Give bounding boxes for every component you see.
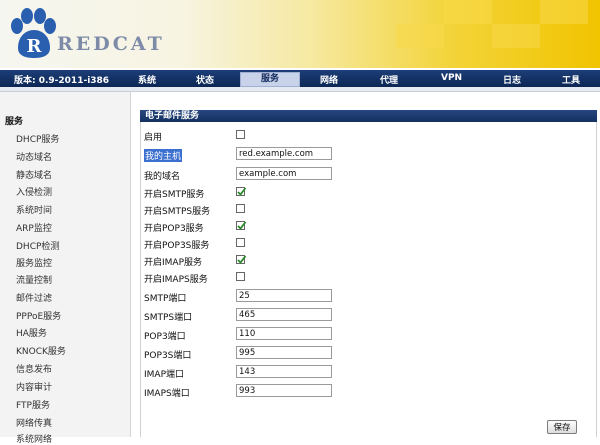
checkmark-icon (237, 255, 247, 264)
version-label: 版本: 0.9-2011-i386 (14, 76, 110, 86)
sidebar: 服务 DHCP服务 动态域名静态域名入侵检测系统时间 ARP监控 DHCP检测 服务监控… (0, 92, 131, 445)
nav-item-services[interactable]: 服务 (240, 72, 300, 87)
nav-item-tools[interactable]: 工具 (562, 73, 580, 86)
my-domain-input[interactable] (236, 167, 332, 180)
sidebar-item-dhcp[interactable]: DHCP服务 (16, 132, 59, 145)
nav-item-network[interactable]: 网络 (320, 73, 338, 86)
brand-name: REDCAT (57, 33, 165, 55)
nav-item-status[interactable]: 状态 (196, 73, 214, 86)
sidebar-item-ftp[interactable]: FTP服务 (16, 398, 50, 411)
settings-panel (140, 122, 597, 437)
pop3-enable-checkbox[interactable] (236, 221, 247, 230)
sidebar-item-ddns[interactable]: 动态域名 (16, 150, 52, 163)
smtp-enable-label: 开启SMTP服务 (144, 190, 205, 200)
svg-text:R: R (27, 36, 43, 57)
imaps-port-label: IMAPS端口 (144, 389, 190, 399)
sidebar-item-content-audit[interactable]: 内容审计 (16, 380, 52, 393)
pop3s-port-input[interactable] (236, 346, 332, 359)
smtps-enable-label: 开启SMTPS服务 (144, 207, 211, 217)
sidebar-item-time[interactable]: 系统时间 (16, 203, 52, 216)
sidebar-item-ha[interactable]: HA服务 (16, 326, 47, 339)
pop3s-port-label: POP3S端口 (144, 351, 192, 361)
pop3-enable-label: 开启POP3服务 (144, 224, 204, 234)
nav-item-logs[interactable]: 日志 (503, 73, 521, 86)
smtps-enable-checkbox[interactable] (236, 204, 245, 213)
banner-pattern (492, 24, 540, 48)
pop3s-enable-label: 开启POP3S服务 (144, 241, 210, 251)
checkmark-icon (237, 221, 247, 230)
my-host-label: 我的主机 (144, 149, 183, 162)
sidebar-item-knock[interactable]: KNOCK服务 (16, 344, 66, 357)
sidebar-item-dhcp-detect[interactable]: DHCP检测 (16, 239, 59, 252)
banner-pattern (540, 0, 588, 24)
imap-enable-checkbox[interactable] (236, 255, 247, 264)
banner-pattern (444, 0, 492, 24)
sidebar-item-pppoe[interactable]: PPPoE服务 (16, 309, 61, 322)
sidebar-item-ids[interactable]: 入侵检测 (16, 185, 52, 198)
pop3s-enable-checkbox[interactable] (236, 238, 245, 247)
sidebar-item-fax[interactable]: 网络传真 (16, 416, 52, 429)
sidebar-item-system-network[interactable]: 系统网络 (16, 432, 52, 445)
checkmark-icon (237, 187, 247, 196)
top-nav: 版本: 0.9-2011-i386 系统 状态 服务 网络 代理 VPN 日志 … (0, 70, 600, 87)
enable-checkbox[interactable] (236, 130, 245, 139)
banner-pattern (396, 24, 444, 48)
smtp-enable-checkbox[interactable] (236, 187, 247, 196)
imap-port-label: IMAP端口 (144, 370, 185, 380)
smtp-port-input[interactable] (236, 289, 332, 302)
save-button[interactable]: 保存 (547, 420, 577, 434)
imap-enable-label: 开启IMAP服务 (144, 258, 203, 268)
paw-logo-icon: R (11, 8, 56, 58)
nav-item-system[interactable]: 系统 (138, 73, 156, 86)
smtp-port-label: SMTP端口 (144, 294, 187, 304)
nav-item-proxy[interactable]: 代理 (380, 73, 398, 86)
header-banner: R REDCAT (0, 0, 600, 68)
my-host-input[interactable] (236, 147, 332, 160)
sidebar-item-static-dns[interactable]: 静态域名 (16, 168, 52, 181)
nav-item-vpn[interactable]: VPN (441, 73, 462, 83)
sidebar-item-traffic-control[interactable]: 流量控制 (16, 273, 52, 286)
sidebar-item-mail-filter[interactable]: 邮件过滤 (16, 291, 52, 304)
pop3-port-input[interactable] (236, 327, 332, 340)
sidebar-heading: 服务 (5, 117, 24, 127)
imap-port-input[interactable] (236, 365, 332, 378)
imaps-enable-label: 开启IMAPS服务 (144, 275, 208, 285)
my-domain-label: 我的域名 (144, 172, 181, 182)
panel-title: 电子邮件服务 (140, 110, 597, 122)
sidebar-item-service-monitor[interactable]: 服务监控 (16, 256, 52, 269)
imaps-port-input[interactable] (236, 384, 332, 397)
smtps-port-label: SMTPS端口 (144, 313, 193, 323)
sidebar-item-info-publish[interactable]: 信息发布 (16, 362, 52, 375)
sidebar-item-arp-monitor[interactable]: ARP监控 (16, 221, 52, 234)
pop3-port-label: POP3端口 (144, 332, 186, 342)
smtps-port-input[interactable] (236, 308, 332, 321)
enable-label: 启用 (144, 133, 163, 143)
imaps-enable-checkbox[interactable] (236, 272, 245, 281)
